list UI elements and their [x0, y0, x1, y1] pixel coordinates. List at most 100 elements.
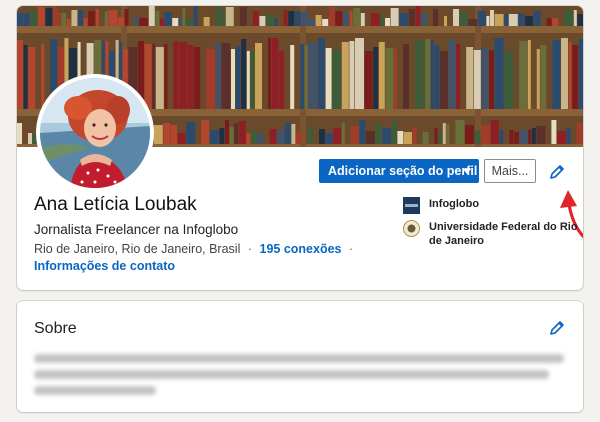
pencil-icon[interactable]: [548, 163, 566, 181]
book-spine: [328, 7, 335, 26]
more-button[interactable]: Mais...: [484, 159, 536, 183]
university-seal-icon: [403, 220, 420, 237]
book-spine: [308, 127, 313, 144]
book-spine: [341, 42, 349, 109]
book-spine: [459, 12, 468, 26]
book-spine: [433, 9, 438, 26]
book-spine: [508, 14, 518, 26]
book-spine: [173, 41, 179, 109]
book-spine: [355, 38, 364, 109]
separator-dot: ·: [247, 242, 253, 256]
book-spine: [453, 9, 459, 26]
book-spine: [209, 130, 219, 144]
book-spine: [440, 51, 448, 109]
book-spine: [225, 7, 234, 26]
book-spine: [561, 38, 568, 109]
book-spine: [108, 10, 118, 26]
book-spine: [257, 133, 264, 144]
book-spine: [61, 13, 67, 26]
book-spine: [477, 11, 486, 26]
book-spine: [160, 19, 164, 26]
book-spine: [518, 13, 525, 26]
contact-info-link[interactable]: Informações de contato: [34, 259, 175, 273]
book-spine: [294, 11, 301, 26]
book-spine: [412, 127, 417, 144]
book-spine: [88, 11, 96, 26]
add-profile-section-button[interactable]: Adicionar seção do perfil: [319, 159, 479, 183]
book-spine: [296, 132, 302, 144]
book-spine: [490, 120, 499, 144]
book-spine: [397, 131, 404, 144]
book-spine: [144, 44, 152, 109]
about-title: Sobre: [34, 320, 77, 337]
book-spine: [349, 41, 355, 109]
book-spine: [403, 44, 409, 109]
book-spine: [269, 129, 277, 144]
book-spine: [382, 128, 392, 144]
book-spine: [187, 45, 194, 109]
book-spine: [353, 8, 361, 26]
book-spine: [246, 51, 250, 109]
book-spine: [438, 133, 443, 144]
book-spine: [318, 38, 325, 109]
pencil-icon[interactable]: [548, 319, 566, 337]
book-spine: [408, 9, 415, 26]
book-spine: [390, 8, 399, 26]
book-spine: [528, 130, 532, 144]
book-spine: [486, 16, 490, 26]
book-spine: [78, 10, 83, 26]
book-spine: [391, 120, 397, 144]
book-spine: [489, 50, 494, 109]
profile-avatar[interactable]: [36, 74, 154, 192]
book-spine: [319, 129, 325, 144]
book-spine: [514, 132, 519, 144]
avatar-photo: [40, 78, 150, 188]
book-spine: [468, 19, 478, 26]
book-spine: [71, 10, 78, 26]
book-spine: [551, 120, 557, 144]
book-spine: [155, 11, 160, 26]
current-company-item[interactable]: Infoglobo: [403, 197, 579, 214]
book-spine: [155, 47, 164, 109]
book-spine: [490, 10, 494, 26]
book-spine: [164, 44, 168, 109]
book-spine: [568, 42, 572, 109]
connections-link[interactable]: 195 conexões: [260, 242, 342, 256]
book-spine: [182, 8, 186, 26]
book-spine: [45, 8, 53, 26]
education-item[interactable]: Universidade Federal do Rio de Janeiro: [403, 220, 579, 248]
book-spine: [366, 131, 375, 144]
book-spine: [578, 39, 583, 109]
book-spine: [95, 9, 99, 26]
book-spine: [421, 13, 427, 26]
book-spine: [465, 125, 474, 144]
book-spine: [566, 128, 571, 144]
book-spine: [229, 127, 234, 144]
book-spine: [359, 120, 366, 144]
book-spine: [442, 123, 446, 144]
book-spine: [290, 45, 295, 109]
book-spine: [499, 130, 504, 144]
book-spine: [380, 15, 385, 26]
book-spine: [378, 42, 385, 109]
book-spine: [206, 49, 216, 109]
education-name: Universidade Federal do Rio de Janeiro: [429, 221, 578, 247]
book-spine: [177, 133, 186, 144]
book-spine: [283, 10, 288, 26]
book-spine: [301, 12, 309, 26]
book-spine: [178, 17, 182, 26]
book-spine: [494, 14, 504, 26]
book-spine: [203, 17, 210, 26]
book-spine: [152, 44, 156, 109]
book-spine: [266, 14, 274, 26]
caret-down-icon: [463, 169, 471, 174]
book-spine: [235, 46, 241, 109]
book-spine: [66, 19, 71, 26]
book-spine: [201, 120, 210, 144]
book-spine: [420, 40, 425, 109]
book-spine: [186, 122, 196, 144]
book-spine: [104, 11, 108, 26]
book-spine: [251, 130, 257, 144]
about-card: Sobre: [17, 301, 583, 412]
current-company-name: Infoglobo: [429, 198, 480, 210]
